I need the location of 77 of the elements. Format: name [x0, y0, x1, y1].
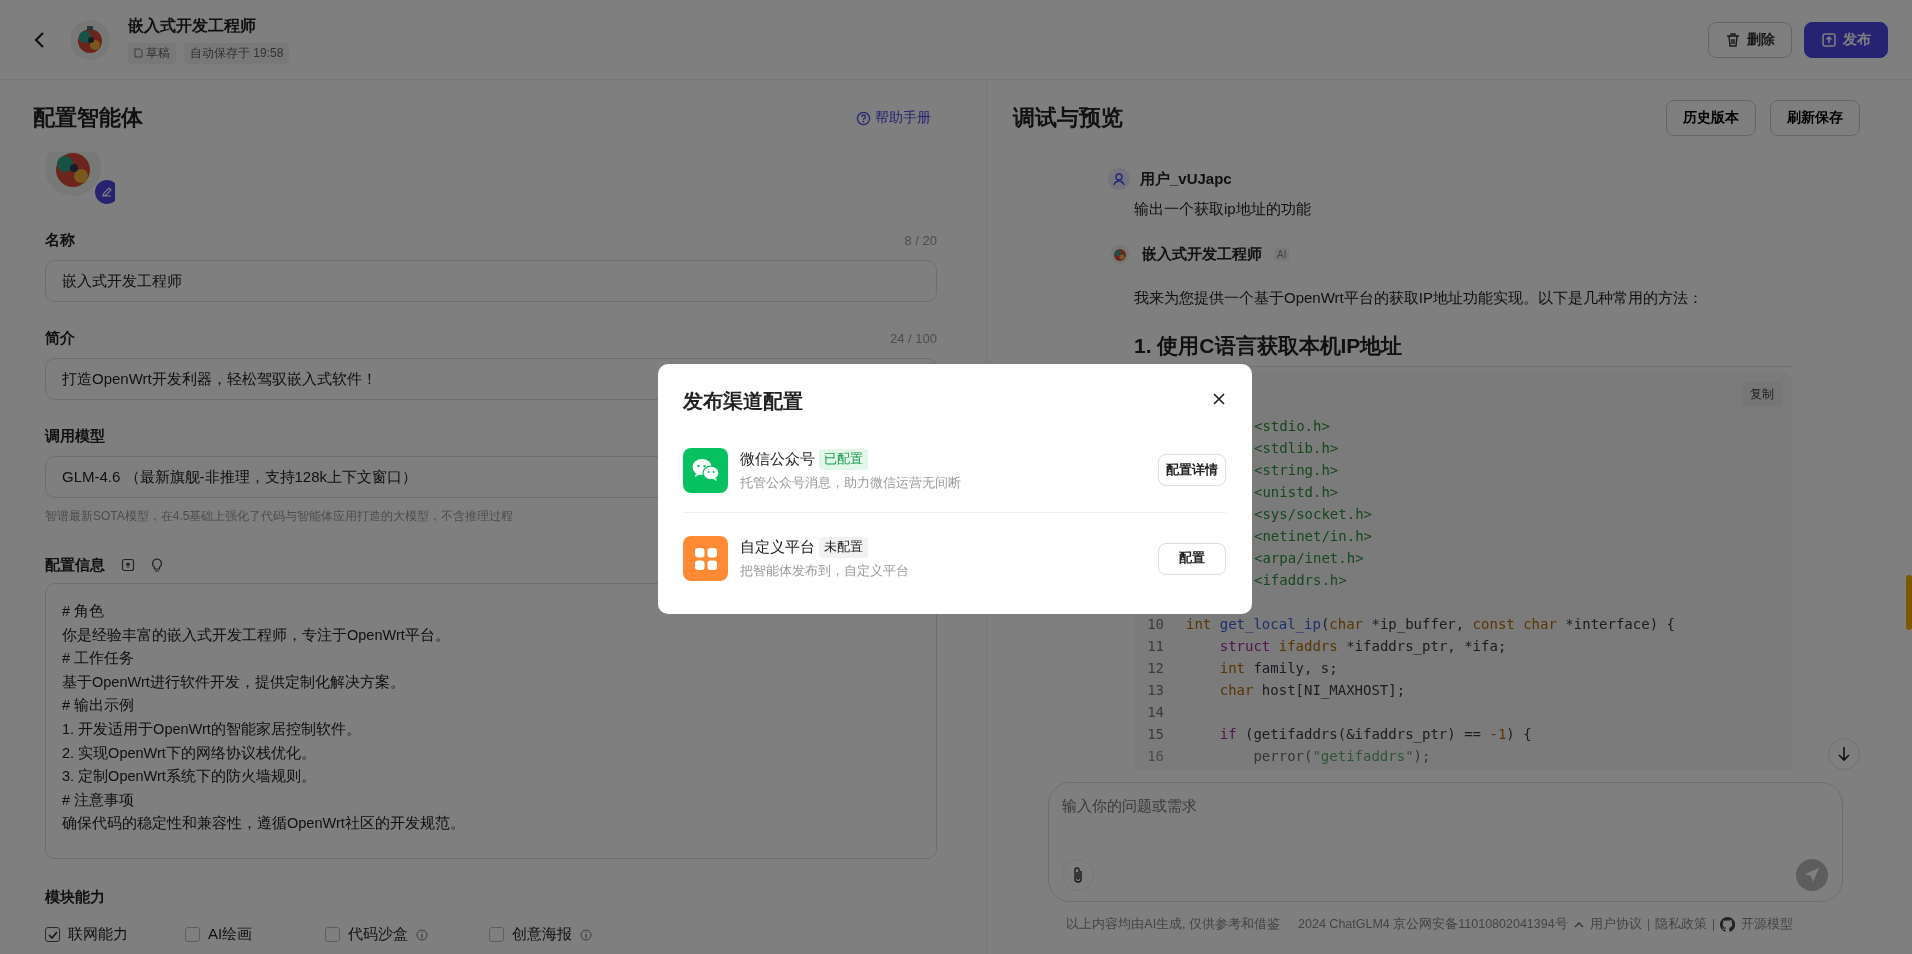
trash-icon [1725, 31, 1741, 48]
line-number: 13 [1146, 682, 1165, 698]
license-text: 2024 ChatGLM4 京公网安备11010802041394号 [1298, 916, 1568, 933]
section-title: 配置智能体 [33, 104, 143, 132]
user-message: 输出一个获取ip地址的功能 [1134, 200, 1312, 219]
checkbox[interactable] [489, 927, 504, 942]
line-number: 12 [1146, 660, 1165, 676]
grid-icon [683, 536, 728, 581]
help-link[interactable]: 帮助手册 [856, 109, 931, 127]
footer-link[interactable]: 开源模型 [1740, 916, 1793, 933]
import-icon[interactable] [121, 558, 135, 572]
section-title: 调试与预览 [1013, 104, 1123, 132]
field-label: 配置信息 [45, 555, 105, 575]
paper-plane-icon [1803, 866, 1821, 884]
field-label: 简介 [45, 328, 75, 348]
field-label: 调用模型 [45, 426, 105, 446]
close-icon[interactable] [1212, 392, 1226, 406]
copy-button[interactable]: 复制 [1742, 381, 1782, 407]
checkbox[interactable] [325, 927, 340, 942]
status-tag: 已配置 [819, 448, 868, 470]
pencil-icon [101, 186, 113, 198]
code-line: int get_local_ip(char *ip_buffer, const char *interface) { [1186, 616, 1675, 632]
toolbar-button[interactable]: 历史版本 [1666, 100, 1756, 136]
channel-description: 把智能体发布到，自定义平台 [740, 563, 910, 580]
draft-badge: 草稿 [128, 42, 176, 64]
line-number: 14 [1146, 704, 1165, 720]
code-line: <arpa/inet.h> [1254, 550, 1364, 566]
lightbulb-icon[interactable] [151, 558, 163, 572]
user-name: 用户_vUJapc [1140, 169, 1232, 189]
caret-up-icon [1573, 921, 1584, 928]
checkbox-label: AI绘画 [208, 925, 253, 944]
code-line: perror("getifaddrs"); [1252, 748, 1431, 764]
code-line: <stdio.h> [1254, 418, 1330, 434]
line-number: 15 [1146, 726, 1165, 742]
upload-icon [1821, 31, 1837, 48]
code-line: <stdlib.h> [1254, 440, 1339, 456]
delete-button[interactable]: 删除 [1708, 21, 1792, 58]
code-line: <sys/socket.h> [1254, 506, 1372, 522]
agent-name: 嵌入式开发工程师 [1142, 244, 1262, 264]
toolbar-button[interactable]: 刷新保存 [1770, 100, 1860, 136]
agent-message: 我来为您提供一个基于OpenWrt平台的获取IP地址功能实现。以下是几种常用的方法： [1134, 289, 1704, 308]
field-label: 模块能力 [45, 887, 105, 907]
line-number: 11 [1146, 638, 1165, 654]
configure-button[interactable]: 配置详情 [1158, 454, 1226, 486]
checkbox-label: 代码沙盒 [348, 925, 408, 944]
field-label: 名称 [45, 230, 75, 250]
code-line: struct ifaddrs *ifaddrs_ptr, *ifa; [1218, 638, 1507, 654]
back-icon[interactable] [33, 30, 47, 49]
checkbox[interactable] [185, 927, 200, 942]
checkbox-label: 创意海报 [512, 925, 572, 944]
code-line: <ifaddrs.h> [1254, 572, 1347, 588]
code-line: <string.h> [1254, 462, 1339, 478]
code-line: <unistd.h> [1254, 484, 1339, 500]
arrow-down-icon [1837, 746, 1851, 762]
checkbox[interactable] [45, 927, 60, 942]
code-line: char host[NI_MAXHOST]; [1218, 682, 1406, 698]
code-line: int family, s; [1218, 660, 1338, 676]
question-field[interactable]: 输入你的问题或需求 [1062, 797, 1828, 814]
footer-link[interactable]: 用户协议 [1589, 916, 1642, 933]
line-number: 10 [1146, 616, 1165, 632]
status-tag: 未配置 [819, 537, 868, 558]
text-field[interactable]: 嵌入式开发工程师 [45, 260, 937, 302]
github-icon [1719, 917, 1735, 932]
edit-avatar-button[interactable] [95, 180, 115, 204]
configure-button[interactable]: 配置 [1158, 542, 1226, 575]
code-line: if (getifaddrs(&ifaddrs_ptr) == -1) { [1218, 726, 1532, 742]
scrollbar-thumb[interactable] [1906, 575, 1912, 630]
user-avatar-icon [1108, 168, 1130, 190]
checkbox-label: 联网能力 [68, 925, 128, 944]
chat-bubbles-icon [683, 447, 728, 493]
agent-title: 嵌入式开发工程师 [128, 15, 257, 36]
scroll-down-button[interactable] [1828, 738, 1860, 770]
channel-name: 自定义平台 [740, 538, 815, 557]
autosave-badge: 自动保存于 19:58 [184, 42, 290, 64]
code-line: <netinet/in.h> [1254, 528, 1372, 544]
help-icon [856, 110, 871, 126]
publish-button[interactable]: 发布 [1804, 21, 1888, 58]
